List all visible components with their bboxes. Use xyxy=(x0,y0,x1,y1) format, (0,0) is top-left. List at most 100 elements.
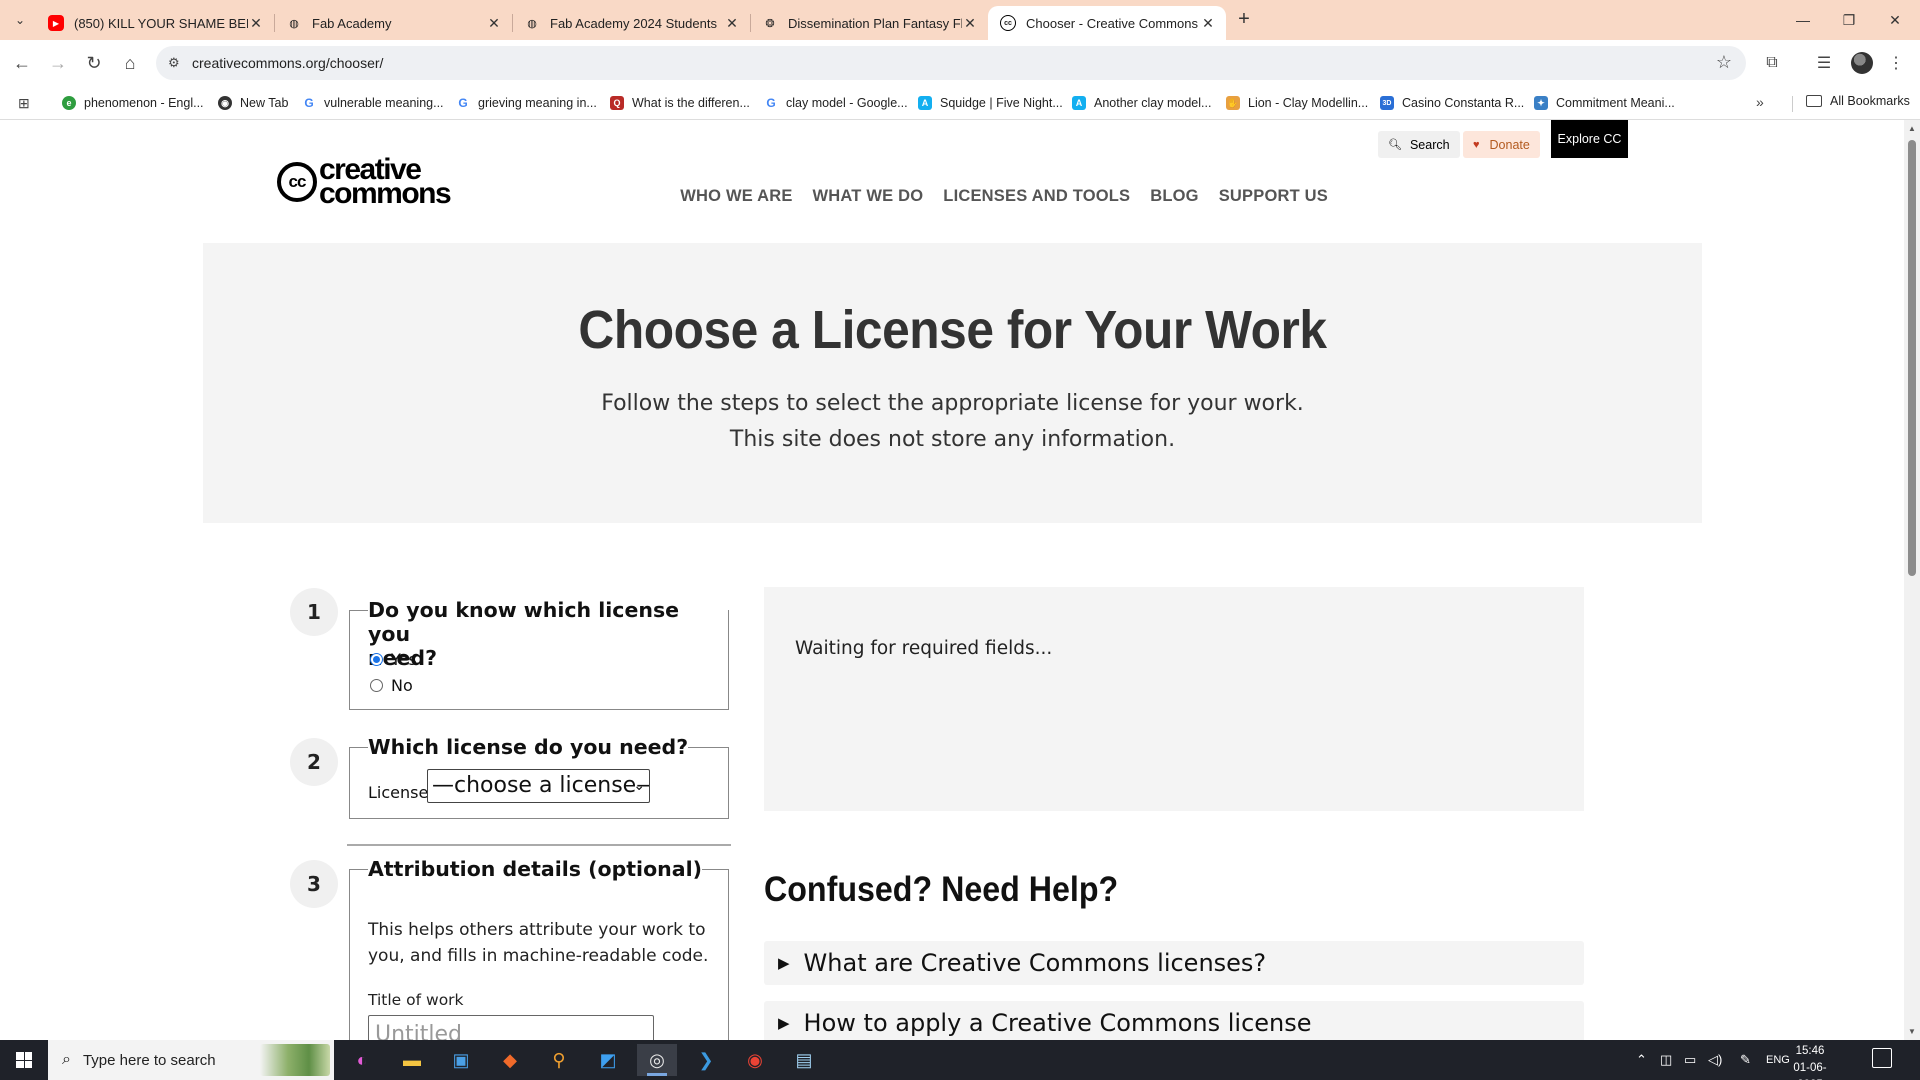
nav-licenses-and-tools[interactable]: LICENSES AND TOOLS xyxy=(943,187,1130,206)
search-icon: 🔍︎ xyxy=(1388,139,1402,151)
site-info-icon[interactable]: ⚙ xyxy=(168,55,184,71)
logo-wordmark: creative commons xyxy=(319,155,452,209)
page-scrollbar[interactable]: ▲ ▼ xyxy=(1904,120,1920,1040)
search-button[interactable]: 🔍︎ Search xyxy=(1378,131,1460,158)
step-2-legend: Which license do you need? xyxy=(368,735,689,759)
radio-no[interactable]: No xyxy=(370,676,413,695)
bookmark-item[interactable]: A Squidge | Five Night... xyxy=(918,94,1063,112)
close-tab-icon[interactable]: ✕ xyxy=(248,15,264,31)
bird-icon: ✦ xyxy=(1534,96,1548,110)
folder-icon xyxy=(1806,95,1822,107)
vscode-app-icon[interactable]: ❯ xyxy=(686,1044,726,1076)
license-select[interactable]: —choose a license— ⌄ xyxy=(427,769,650,803)
radio-button-checked[interactable] xyxy=(370,653,383,666)
bookmark-item[interactable]: ◉ New Tab xyxy=(218,94,288,112)
close-tab-icon[interactable]: ✕ xyxy=(724,15,740,31)
all-bookmarks-button[interactable]: All Bookmarks xyxy=(1806,94,1910,108)
network-icon[interactable]: ▭ xyxy=(1684,1040,1696,1080)
brave-browser-icon[interactable]: ◆ xyxy=(490,1044,530,1076)
bookmark-item[interactable]: ✋ Lion - Clay Modellin... xyxy=(1226,94,1368,112)
volume-icon[interactable]: ◁) xyxy=(1708,1040,1722,1080)
quora-icon: Q xyxy=(610,96,624,110)
bookmark-item[interactable]: e phenomenon - Engl... xyxy=(62,94,204,112)
bookmark-item[interactable]: 3D Casino Constanta R... xyxy=(1380,94,1524,112)
notepad-app-icon[interactable]: ▤ xyxy=(784,1044,824,1076)
tab-dissemination[interactable]: ❂ Dissemination Plan Fantasy Fla ✕ xyxy=(750,6,988,40)
tab-chooser[interactable]: cc Chooser - Creative Commons ✕ xyxy=(988,6,1226,40)
creative-commons-logo[interactable]: cc creative commons xyxy=(277,155,452,209)
home-button[interactable]: ⌂ xyxy=(114,47,146,79)
bookmark-item[interactable]: ✦ Commitment Meani... xyxy=(1534,94,1675,112)
artstation-icon: A xyxy=(918,96,932,110)
camera-icon[interactable]: ◫ xyxy=(1660,1040,1672,1080)
bookmark-item[interactable]: G vulnerable meaning... xyxy=(302,94,444,112)
bookmarks-bar: ⊞ e phenomenon - Engl... ◉ New Tab G vul… xyxy=(0,86,1920,120)
apps-grid-icon[interactable]: ⊞ xyxy=(18,95,30,112)
forward-button[interactable]: → xyxy=(42,47,74,79)
search-app-icon[interactable]: ⚲ xyxy=(539,1044,579,1076)
pen-icon[interactable]: ✎ xyxy=(1740,1040,1751,1080)
more-bookmarks-icon[interactable]: » xyxy=(1756,94,1764,110)
step-2-fieldset: Which license do you need? License —choo… xyxy=(349,735,729,819)
tab-fab-students[interactable]: ◍ Fab Academy 2024 Students ✕ xyxy=(512,6,750,40)
media-controls-button[interactable]: ☰ xyxy=(1808,47,1840,79)
store-app-icon[interactable]: ▣ xyxy=(441,1044,481,1076)
heart-icon: ♥ xyxy=(1473,138,1480,151)
file-explorer-icon[interactable]: ▬ xyxy=(392,1044,432,1076)
chevron-down-icon: ⌄ xyxy=(633,778,645,794)
bookmark-item[interactable]: Q What is the differen... xyxy=(610,94,750,112)
faq-label: How to apply a Creative Commons license xyxy=(803,1009,1312,1037)
tab-youtube[interactable]: ▶ (850) KILL YOUR SHAME BEFORE ✕ xyxy=(36,6,274,40)
fab-academy-icon: ◍ xyxy=(289,17,299,30)
url-text[interactable]: creativecommons.org/chooser/ xyxy=(192,55,383,71)
tab-fab-academy[interactable]: ◍ Fab Academy ✕ xyxy=(274,6,512,40)
title-of-work-input[interactable]: Untitled xyxy=(368,1015,654,1040)
youtube-icon: ▶ xyxy=(48,15,64,31)
3d-icon: 3D xyxy=(1380,96,1394,110)
scrollbar-thumb[interactable] xyxy=(1908,140,1916,576)
copilot-app-icon[interactable]: ◐ xyxy=(342,1044,382,1076)
close-tab-icon[interactable]: ✕ xyxy=(1200,15,1216,31)
close-tab-icon[interactable]: ✕ xyxy=(962,15,978,31)
nav-blog[interactable]: BLOG xyxy=(1150,187,1198,206)
menu-button[interactable]: ⋮ xyxy=(1880,47,1912,79)
chrome-app-icon[interactable]: ◉ xyxy=(735,1044,775,1076)
close-tab-icon[interactable]: ✕ xyxy=(486,15,502,31)
taskbar-search-box[interactable]: ⌕ Type here to search xyxy=(48,1040,334,1080)
nav-what-we-do[interactable]: WHAT WE DO xyxy=(813,187,924,206)
profile-avatar[interactable] xyxy=(1851,52,1873,74)
clock-time: 15:46 xyxy=(1795,1045,1825,1057)
nav-support-us[interactable]: SUPPORT US xyxy=(1219,187,1328,206)
step-1-legend: Do you know which license you need? xyxy=(368,598,728,670)
bookmark-item[interactable]: G clay model - Google... xyxy=(764,94,908,112)
restore-button[interactable]: ❐ xyxy=(1826,0,1872,40)
address-bar[interactable]: ⚙ creativecommons.org/chooser/ ☆ xyxy=(156,46,1746,80)
bookmark-item[interactable]: G grieving meaning in... xyxy=(456,94,597,112)
taskbar-clock[interactable]: 15:46 01-06-2025 xyxy=(1781,1043,1839,1080)
faq-how-to-apply[interactable]: ▶ How to apply a Creative Commons licens… xyxy=(764,1001,1584,1040)
donate-button[interactable]: ♥ Donate xyxy=(1463,131,1540,158)
faq-what-are-cc-licenses[interactable]: ▶ What are Creative Commons licenses? xyxy=(764,941,1584,985)
scroll-up-icon[interactable]: ▲ xyxy=(1908,124,1916,133)
extensions-button[interactable]: ⧉ xyxy=(1756,47,1788,79)
explore-cc-button[interactable]: Explore CC xyxy=(1551,120,1628,158)
photoshop-app-icon[interactable]: ◩ xyxy=(588,1044,628,1076)
notification-icon[interactable] xyxy=(1872,1048,1892,1068)
minimize-button[interactable]: — xyxy=(1780,0,1826,40)
radio-button[interactable] xyxy=(370,679,383,692)
bookmark-star-icon[interactable]: ☆ xyxy=(1716,52,1732,73)
tab-search-button[interactable]: ⌄ xyxy=(8,8,32,32)
tray-overflow-icon[interactable]: ⌃ xyxy=(1636,1040,1647,1080)
radio-yes[interactable]: Yes xyxy=(370,650,417,669)
chrome-app-icon[interactable]: ◎ xyxy=(637,1044,677,1076)
arrow-right-icon: → xyxy=(49,52,67,73)
new-tab-button[interactable]: + xyxy=(1232,8,1256,32)
back-button[interactable]: ← xyxy=(6,47,38,79)
nav-who-we-are[interactable]: WHO WE ARE xyxy=(680,187,792,206)
scroll-down-icon[interactable]: ▼ xyxy=(1908,1027,1916,1036)
bookmark-item[interactable]: A Another clay model... xyxy=(1072,94,1211,112)
close-window-button[interactable]: ✕ xyxy=(1872,0,1918,40)
browser-toolbar: ← → ↻ ⌂ ⚙ creativecommons.org/chooser/ ☆… xyxy=(0,40,1920,86)
start-button[interactable] xyxy=(0,1040,48,1080)
reload-button[interactable]: ↻ xyxy=(78,47,110,79)
